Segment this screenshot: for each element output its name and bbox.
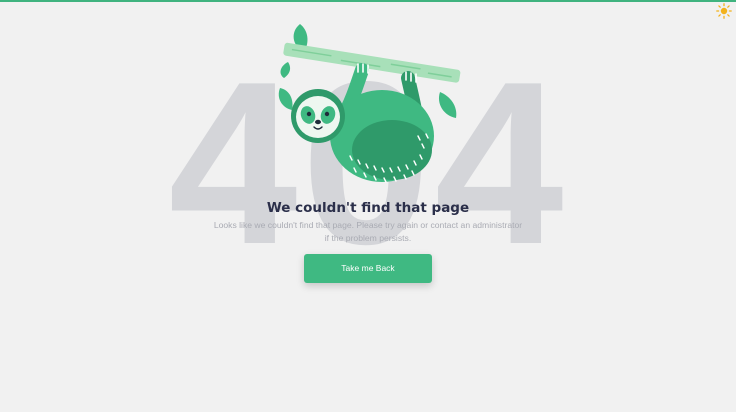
sloth-illustration xyxy=(278,24,461,183)
description-line-1: Looks like we couldn't find that page. P… xyxy=(213,220,523,230)
page-title: We couldn't find that page xyxy=(266,200,470,216)
take-me-back-button[interactable]: Take me Back xyxy=(304,254,432,283)
theme-toggle[interactable] xyxy=(716,3,732,19)
top-accent-bar xyxy=(0,0,736,2)
not-found-page: 404 xyxy=(0,0,736,412)
description-line-2: if the problem persists. xyxy=(324,233,412,243)
sun-icon xyxy=(716,3,732,19)
error-description: Looks like we couldn't find that page. P… xyxy=(200,219,536,245)
